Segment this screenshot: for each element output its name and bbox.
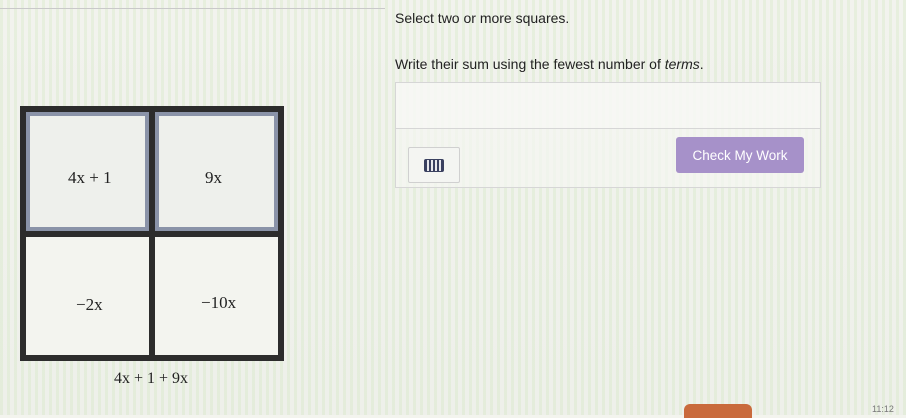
clock: 11:12 — [872, 404, 894, 414]
square-expression: −10x — [201, 292, 237, 312]
prompt-end: . — [699, 56, 704, 72]
prompt-emphasis: terms — [664, 56, 700, 72]
keyboard-button[interactable] — [408, 147, 460, 183]
square-expression: 9x — [205, 168, 222, 187]
square-expression: −2x — [76, 294, 103, 314]
taskbar-item[interactable] — [684, 404, 752, 418]
square-9x[interactable]: 9x — [155, 112, 278, 231]
square-4x-plus-1[interactable]: 4x + 1 — [26, 112, 149, 231]
check-my-work-button[interactable]: Check My Work — [676, 137, 804, 173]
prompt: Write their sum using the fewest number … — [395, 56, 704, 72]
square-negative-10x[interactable]: −10x — [155, 236, 278, 355]
keyboard-icon — [424, 158, 444, 172]
selected-sum: 4x + 1 + 9x — [114, 370, 189, 387]
divider — [0, 8, 385, 9]
square-negative-2x[interactable]: −2x — [26, 236, 149, 355]
algebra-tile-grid: 4x + 1 9x −2x −10x — [20, 106, 284, 361]
answer-input[interactable] — [396, 83, 820, 129]
square-expression: 4x + 1 — [68, 168, 112, 187]
instructions: Select two or more squares. — [395, 10, 570, 26]
prompt-text: Write their sum using the fewest number … — [395, 56, 665, 72]
